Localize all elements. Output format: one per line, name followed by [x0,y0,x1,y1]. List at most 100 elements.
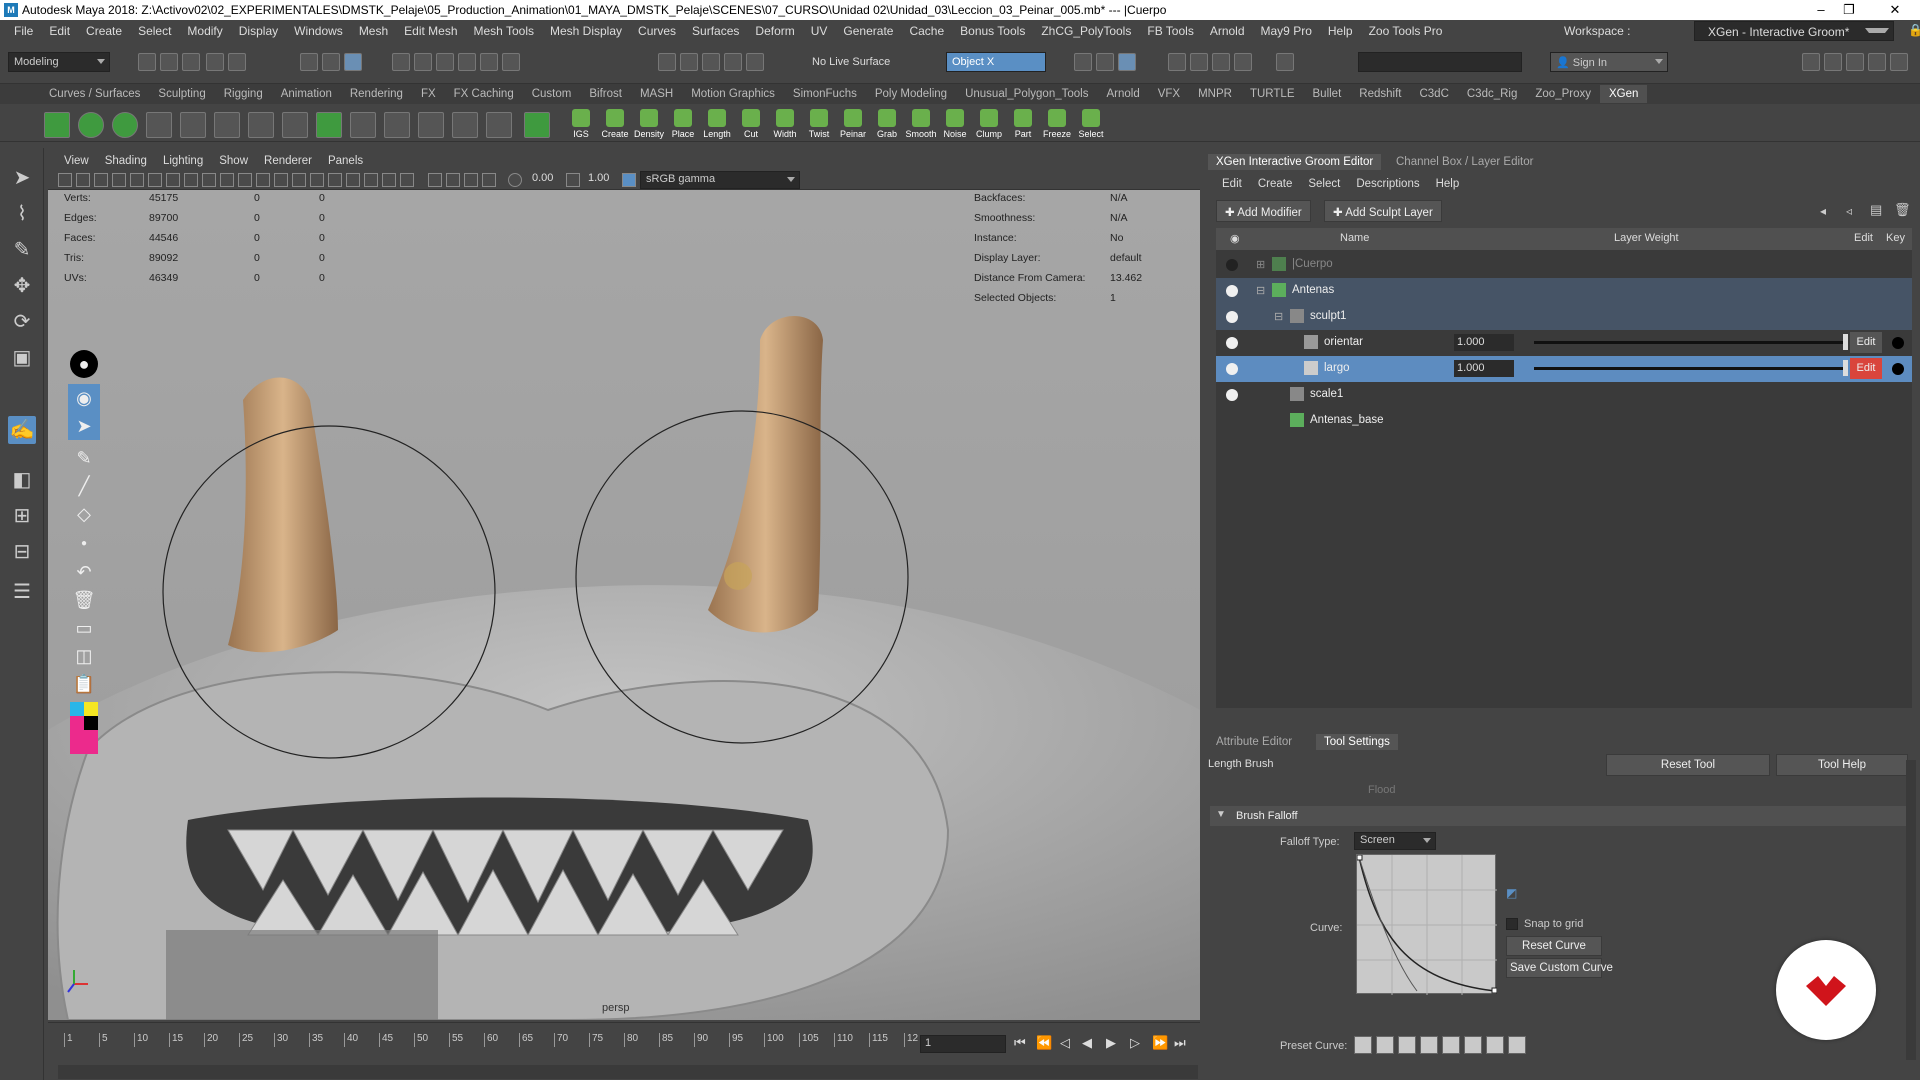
shelf-tab-rendering[interactable]: Rendering [341,88,412,100]
shelf-btn-clump[interactable]: Clump [974,107,1004,141]
smooth-shade-icon[interactable] [274,173,288,187]
undo-icon[interactable] [206,53,224,71]
shelf-tab-fx[interactable]: FX [412,88,445,100]
shelf-tab-rigging[interactable]: Rigging [215,88,272,100]
preset-curve-3[interactable] [1398,1036,1416,1054]
menu-edit-mesh[interactable]: Edit Mesh [396,24,465,38]
key-dot-icon[interactable] [1892,363,1904,375]
layer-weight-field[interactable]: 1.000 [1454,334,1514,351]
layout-four-icon[interactable]: ⊞ [8,502,36,530]
shelf-btn-freeze[interactable]: Freeze [1042,107,1072,141]
field-chart-icon[interactable] [202,173,216,187]
color-management-icon[interactable] [622,173,636,187]
xgen-toolbar-logo-icon[interactable]: ● [70,350,98,378]
render-sequence-icon[interactable] [1190,53,1208,71]
layer-row-sculpt1[interactable]: ⊟ sculpt1 [1216,304,1912,330]
xray-components-icon[interactable] [482,173,496,187]
shadows-icon[interactable] [346,173,360,187]
sign-in-dropdown[interactable]: 👤 Sign In [1550,52,1668,72]
shelf-tab-vfx[interactable]: VFX [1149,88,1189,100]
xgen-delete-icon[interactable] [452,112,478,138]
visibility-eye-icon[interactable]: ◉ [68,384,100,412]
depth-of-field-icon[interactable] [400,173,414,187]
tab-attribute-editor[interactable]: Attribute Editor [1216,736,1292,748]
move-tool-icon[interactable]: ✥ [8,272,36,300]
lights-icon[interactable] [328,173,342,187]
viewport-3d[interactable]: Verts: 45175 0 0 Edges: 89700 0 0 Faces: 44546 0… [48,190,1200,1020]
shelf-tab-poly-modeling[interactable]: Poly Modeling [866,88,956,100]
viewport-menu-renderer[interactable]: Renderer [256,155,320,167]
menu-may9-pro[interactable]: May9 Pro [1253,24,1320,38]
antialiasing-icon[interactable] [382,173,396,187]
shelf-btn-create[interactable]: Create [600,107,630,141]
point-icon[interactable]: ● [68,530,100,558]
xgen-guide-length-icon[interactable] [214,112,240,138]
step-back-frame-icon[interactable]: ◁ [1060,1035,1070,1051]
channel-box-icon[interactable] [1868,53,1886,71]
shelf-btn-place[interactable]: Place [668,107,698,141]
xgen-guide-sculpt-icon[interactable] [282,112,308,138]
snap-point-icon[interactable] [436,53,454,71]
reset-tool-button[interactable]: Reset Tool [1606,754,1770,776]
camera-select-icon[interactable] [58,173,72,187]
render-view-icon[interactable] [1096,53,1114,71]
current-frame-field[interactable]: 1 [920,1035,1006,1053]
time-slider[interactable]: 1 5 10 15 20 25 30 35 40 45 50 55 60 65 70 75 80 85 90 95 10… [48,1022,1200,1080]
textured-icon[interactable] [310,173,324,187]
shelf-btn-select[interactable]: Select [1076,107,1106,141]
xgen-igs-icon[interactable] [524,112,550,138]
xgen-curves-icon[interactable] [384,112,410,138]
menu-mesh[interactable]: Mesh [351,24,396,38]
symmetry-icon[interactable] [724,53,742,71]
select-hierarchy-icon[interactable] [300,53,318,71]
layer-weight-field[interactable]: 1.000 [1454,360,1514,377]
wireframe-icon[interactable] [256,173,270,187]
input-line-icon[interactable] [1276,53,1294,71]
go-to-start-icon[interactable]: ⏮ [1014,1035,1026,1051]
layer-weight-slider[interactable] [1534,341,1844,344]
bookmark-icon[interactable] [94,173,108,187]
workspace-dropdown[interactable]: XGen - Interactive Groom* [1694,21,1894,41]
redo-icon[interactable] [228,53,246,71]
layout-two-icon[interactable]: ⊟ [8,538,36,566]
save-custom-curve-button[interactable]: Save Custom Curve [1506,958,1613,978]
construction-history-icon[interactable] [702,53,720,71]
shelf-btn-density[interactable]: Density [634,107,664,141]
xgen-convert-icon[interactable] [418,112,444,138]
xgen-export-icon[interactable] [486,112,512,138]
preset-curve-6[interactable] [1464,1036,1482,1054]
layer-row-antenas-base[interactable]: Antenas_base [1216,408,1912,434]
groom-menu-help[interactable]: Help [1428,178,1468,190]
shelf-tab-simonfuchs[interactable]: SimonFuchs [784,88,866,100]
reset-curve-button[interactable]: Reset Curve [1506,936,1602,956]
safe-action-icon[interactable] [220,173,234,187]
camera-icon[interactable]: ◫ [68,642,100,670]
eraser-icon[interactable]: ◇ [68,500,100,528]
line-icon[interactable]: ╱ [68,472,100,500]
brush-tool-icon[interactable]: ✍ [8,416,36,444]
shelf-btn-igs[interactable]: IGS [566,107,596,141]
shelf-btn-part[interactable]: Part [1008,107,1038,141]
key-dot-icon[interactable] [1892,337,1904,349]
delete-icon[interactable]: 🗑 [1894,202,1911,218]
shelf-btn-peinar[interactable]: Peinar [838,107,868,141]
color-swatch-icon[interactable] [70,702,98,754]
menu-deform[interactable]: Deform [747,24,802,38]
shelf-tab-bifrost[interactable]: Bifrost [580,88,631,100]
arrow-left-icon[interactable]: ◂ [1820,204,1826,218]
menu-cache[interactable]: Cache [901,24,952,38]
preset-curve-2[interactable] [1376,1036,1394,1054]
xgen-rig-icon[interactable] [350,112,376,138]
groom-menu-descriptions[interactable]: Descriptions [1348,178,1427,190]
viewport-menu-panels[interactable]: Panels [320,155,371,167]
lasso-tool-icon[interactable]: ⌇ [8,200,36,228]
falloff-type-dropdown[interactable]: Screen [1354,832,1436,850]
layer-row-antenas[interactable]: ⊟ Antenas [1216,278,1912,304]
tab-tool-settings[interactable]: Tool Settings [1316,734,1398,750]
play-forward-icon[interactable]: ▶ [1106,1035,1116,1051]
snap-grid-icon[interactable] [392,53,410,71]
preset-curve-1[interactable] [1354,1036,1372,1054]
brush-icon[interactable]: ✎ [68,444,100,472]
menu-edit[interactable]: Edit [41,24,78,38]
paint-select-icon[interactable]: ✎ [8,236,36,264]
